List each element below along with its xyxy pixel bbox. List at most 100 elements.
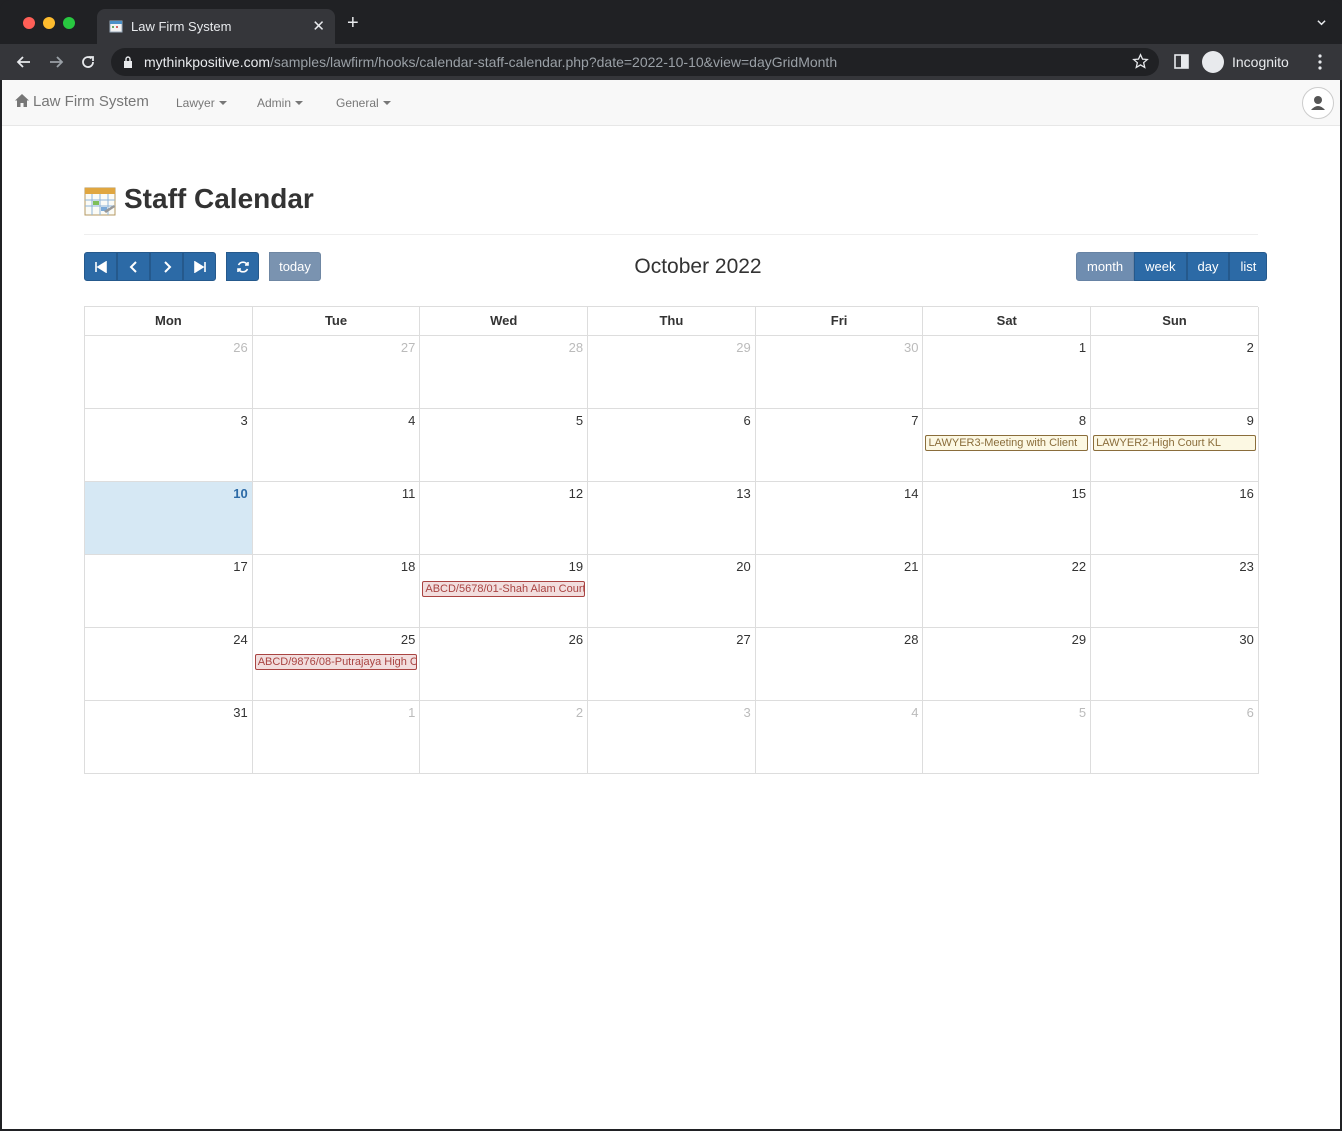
brand-link[interactable]: Law Firm System (14, 93, 149, 110)
day-number[interactable]: 7 (911, 413, 918, 428)
day-number[interactable]: 31 (233, 705, 247, 720)
minimize-window-button[interactable] (43, 17, 55, 29)
day-number[interactable]: 19 (569, 559, 583, 574)
day-cell[interactable]: 21 (755, 555, 924, 628)
day-number[interactable]: 23 (1239, 559, 1253, 574)
bookmark-star-icon[interactable] (1132, 53, 1149, 70)
day-cell[interactable]: 3 (85, 409, 253, 482)
close-tab-icon[interactable]: ✕ (312, 17, 325, 35)
day-number[interactable]: 2 (1247, 340, 1254, 355)
nav-menu-general[interactable]: General (336, 96, 391, 110)
day-number[interactable]: 6 (1247, 705, 1254, 720)
back-icon[interactable] (14, 52, 34, 72)
day-number[interactable]: 22 (1072, 559, 1086, 574)
day-cell[interactable]: 16 (1091, 482, 1259, 555)
day-cell[interactable]: 19 ABCD/5678/01-Shah Alam Court (420, 555, 589, 628)
day-cell[interactable]: 11 (252, 482, 421, 555)
day-cell[interactable]: 20 (588, 555, 756, 628)
day-number[interactable]: 27 (401, 340, 415, 355)
day-number[interactable]: 4 (408, 413, 415, 428)
day-cell[interactable]: 30 (755, 336, 924, 409)
day-cell[interactable]: 1 (923, 336, 1092, 409)
day-number[interactable]: 14 (904, 486, 918, 501)
calendar-event[interactable]: ABCD/5678/01-Shah Alam Court (422, 581, 586, 597)
view-list-button[interactable]: list (1229, 252, 1268, 281)
day-number[interactable]: 17 (233, 559, 247, 574)
day-cell-today[interactable]: 10 (85, 482, 253, 555)
day-cell[interactable]: 2 (420, 701, 589, 774)
close-window-button[interactable] (23, 17, 35, 29)
more-menu-icon[interactable] (1318, 54, 1322, 70)
nav-menu-admin[interactable]: Admin (257, 96, 304, 110)
day-number[interactable]: 29 (736, 340, 750, 355)
day-number[interactable]: 3 (240, 413, 247, 428)
day-number[interactable]: 27 (736, 632, 750, 647)
day-number[interactable]: 25 (401, 632, 415, 647)
day-cell[interactable]: 26 (420, 628, 589, 701)
day-cell[interactable]: 6 (588, 409, 756, 482)
forward-icon[interactable] (46, 52, 66, 72)
day-cell[interactable]: 17 (85, 555, 253, 628)
address-bar[interactable]: mythinkpositive.com/samples/lawfirm/hook… (111, 48, 1159, 76)
day-number[interactable]: 12 (569, 486, 583, 501)
side-panel-icon[interactable] (1174, 54, 1189, 69)
day-cell[interactable]: 30 (1091, 628, 1259, 701)
reload-icon[interactable] (78, 52, 98, 72)
day-cell[interactable]: 5 (420, 409, 589, 482)
day-cell[interactable]: 9 LAWYER2-High Court KL (1091, 409, 1259, 482)
browser-tab[interactable]: Law Firm System ✕ (97, 9, 335, 44)
calendar-event[interactable]: LAWYER3-Meeting with Client (925, 435, 1089, 451)
day-number[interactable]: 30 (1239, 632, 1253, 647)
day-number[interactable]: 26 (569, 632, 583, 647)
day-cell[interactable]: 12 (420, 482, 589, 555)
day-cell[interactable]: 28 (755, 628, 924, 701)
day-cell[interactable]: 2 (1091, 336, 1259, 409)
day-cell[interactable]: 3 (588, 701, 756, 774)
day-number[interactable]: 1 (1079, 340, 1086, 355)
day-number[interactable]: 20 (736, 559, 750, 574)
day-number[interactable]: 15 (1072, 486, 1086, 501)
day-number[interactable]: 30 (904, 340, 918, 355)
view-day-button[interactable]: day (1186, 252, 1230, 281)
day-number[interactable]: 5 (576, 413, 583, 428)
view-month-button[interactable]: month (1076, 252, 1135, 281)
day-cell[interactable]: 27 (252, 336, 421, 409)
day-number[interactable]: 21 (904, 559, 918, 574)
day-number[interactable]: 4 (911, 705, 918, 720)
day-cell[interactable]: 29 (923, 628, 1092, 701)
day-number[interactable]: 18 (401, 559, 415, 574)
day-number[interactable]: 6 (744, 413, 751, 428)
day-cell[interactable]: 28 (420, 336, 589, 409)
day-cell[interactable]: 1 (252, 701, 421, 774)
day-cell[interactable]: 7 (755, 409, 924, 482)
day-number[interactable]: 3 (744, 705, 751, 720)
day-number[interactable]: 10 (233, 486, 247, 501)
user-menu-button[interactable] (1302, 87, 1334, 119)
day-number[interactable]: 9 (1247, 413, 1254, 428)
day-cell[interactable]: 14 (755, 482, 924, 555)
day-cell[interactable]: 24 (85, 628, 253, 701)
day-number[interactable]: 28 (569, 340, 583, 355)
day-cell[interactable]: 26 (85, 336, 253, 409)
day-cell[interactable]: 25 ABCD/9876/08-Putrajaya High Court (252, 628, 421, 701)
day-cell[interactable]: 29 (588, 336, 756, 409)
day-cell[interactable]: 18 (252, 555, 421, 628)
day-cell[interactable]: 4 (755, 701, 924, 774)
day-number[interactable]: 26 (233, 340, 247, 355)
day-number[interactable]: 29 (1072, 632, 1086, 647)
day-cell[interactable]: 6 (1091, 701, 1259, 774)
chevron-down-icon[interactable] (1317, 18, 1326, 27)
day-number[interactable]: 13 (736, 486, 750, 501)
view-week-button[interactable]: week (1134, 252, 1187, 281)
maximize-window-button[interactable] (63, 17, 75, 29)
day-cell[interactable]: 4 (252, 409, 421, 482)
day-cell[interactable]: 13 (588, 482, 756, 555)
day-cell[interactable]: 23 (1091, 555, 1259, 628)
day-cell[interactable]: 15 (923, 482, 1092, 555)
nav-menu-lawyer[interactable]: Lawyer (176, 96, 227, 110)
day-number[interactable]: 8 (1079, 413, 1086, 428)
day-cell[interactable]: 22 (923, 555, 1092, 628)
day-number[interactable]: 28 (904, 632, 918, 647)
day-number[interactable]: 16 (1239, 486, 1253, 501)
day-number[interactable]: 11 (402, 486, 416, 501)
